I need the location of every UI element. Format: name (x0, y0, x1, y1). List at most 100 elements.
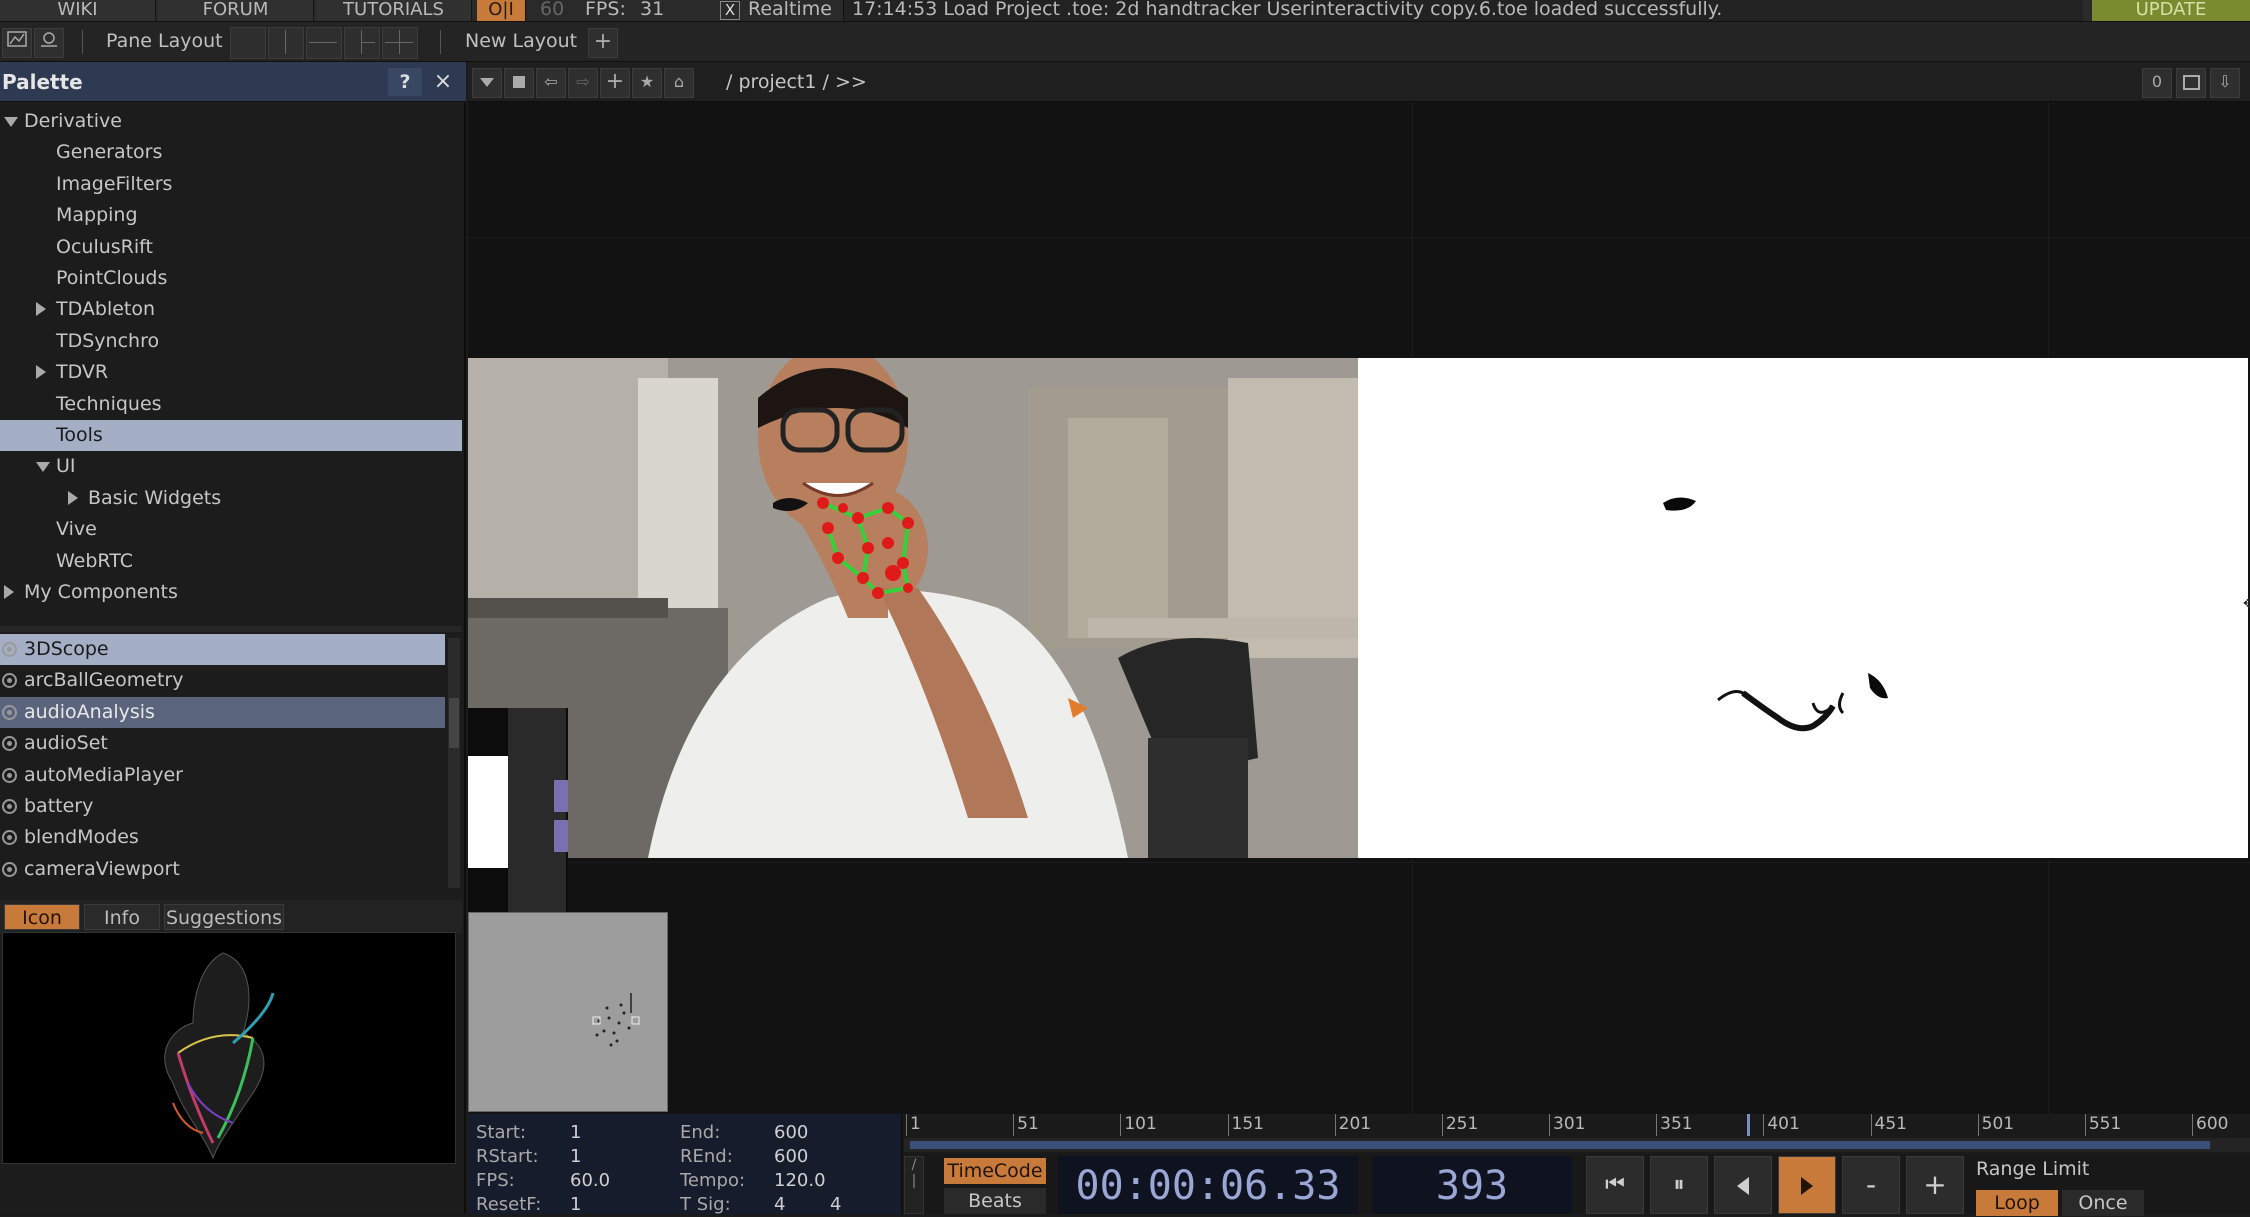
palette-title: Palette (2, 70, 83, 94)
layout-four-button[interactable] (382, 27, 418, 59)
palette-tree-item[interactable]: TDVR (0, 357, 462, 388)
component-list-item[interactable]: cameraViewport (0, 854, 445, 885)
rewind-to-start-button[interactable]: ⏮ (1586, 1156, 1644, 1214)
layout-single-button[interactable] (230, 27, 266, 59)
component-list-item[interactable]: arcBallGeometry (0, 665, 445, 696)
component-label: audioSet (24, 732, 108, 755)
resize-handle-icon[interactable]: ✥ (2243, 596, 2250, 612)
node-tile-points[interactable] (468, 912, 668, 1112)
rstart-value[interactable]: 1 (570, 1146, 581, 1167)
rend-value[interactable]: 600 (774, 1146, 808, 1167)
palette-tree-item[interactable]: Derivative (0, 106, 462, 137)
palette-tree-item[interactable]: Basic Widgets (0, 483, 462, 514)
loop-button[interactable]: Loop (1976, 1190, 2058, 1216)
home-icon[interactable]: ⌂ (664, 68, 694, 98)
network-path[interactable]: / project1 / >> (726, 71, 867, 93)
palette-tree-item[interactable]: Generators (0, 137, 462, 168)
chevron-right-icon[interactable] (4, 585, 14, 599)
palette-tree-label: TDVR (56, 361, 109, 384)
maximize-icon[interactable] (2176, 68, 2206, 98)
wiki-button[interactable]: WIKI (0, 0, 156, 21)
new-layout-label: New Layout (465, 30, 578, 52)
playhead[interactable] (1747, 1114, 1751, 1136)
network-icon[interactable] (34, 28, 64, 58)
tempo-value[interactable]: 120.0 (774, 1170, 826, 1191)
layout-split-horizontal-button[interactable] (306, 27, 342, 59)
camera-feed-viewer[interactable] (468, 358, 1358, 858)
tab-info[interactable]: Info (84, 904, 160, 930)
chevron-right-icon[interactable] (68, 490, 78, 505)
timecode-display[interactable]: 00:00:06.33 (1058, 1156, 1358, 1214)
help-button[interactable]: ? (388, 68, 422, 96)
network-editor[interactable]: ⇦ ⇨ + ★ ⌂ / project1 / >> 0 ⇩ ✥ (468, 62, 2250, 1114)
palette-tree-item[interactable]: UI (0, 451, 462, 482)
network-toolbar: ⇦ ⇨ + ★ ⌂ / project1 / >> 0 ⇩ (468, 62, 2250, 102)
layout-split-vertical-button[interactable] (268, 27, 304, 59)
palette-tree-item[interactable]: PointClouds (0, 263, 462, 294)
tsig-value-a[interactable]: 4 (774, 1194, 785, 1215)
timecode-button[interactable]: TimeCode (944, 1158, 1046, 1184)
palette-tree-item[interactable]: Tools (0, 420, 462, 451)
tempo-label: Tempo: (680, 1170, 746, 1191)
gear-icon (2, 736, 17, 752)
component-list-item[interactable]: audioAnalysis (0, 696, 445, 728)
end-value[interactable]: 600 (774, 1122, 808, 1143)
palette-tree-item[interactable]: Techniques (0, 389, 462, 420)
resetf-value[interactable]: 1 (570, 1194, 581, 1215)
component-list-item[interactable]: blendModes (0, 822, 445, 853)
add-icon[interactable]: + (600, 68, 630, 98)
update-button[interactable]: UPDATE (2092, 0, 2250, 21)
palette-tree-item[interactable]: WebRTC (0, 546, 462, 577)
ruler-tick-label: 600 (2196, 1114, 2229, 1134)
frame-display[interactable]: 393 (1372, 1156, 1572, 1214)
layout-three-button[interactable] (344, 27, 380, 59)
chevron-down-icon[interactable] (4, 117, 18, 127)
download-arrow-icon[interactable]: ⇩ (2210, 68, 2240, 98)
beats-button[interactable]: Beats (944, 1188, 1046, 1214)
pane-icon[interactable] (2, 28, 32, 58)
chevron-down-icon[interactable] (36, 462, 50, 473)
palette-tree-item[interactable]: ImageFilters (0, 169, 462, 200)
component-list-item[interactable]: audioSet (0, 728, 445, 759)
start-value[interactable]: 1 (570, 1122, 581, 1143)
component-scrollbar[interactable] (448, 638, 460, 888)
step-back-button[interactable] (1714, 1156, 1772, 1214)
once-button[interactable]: Once (2062, 1190, 2144, 1216)
oi-badge[interactable]: O|I (477, 0, 526, 21)
forward-arrow-icon[interactable]: ⇨ (568, 68, 598, 98)
chevron-right-icon[interactable] (36, 365, 46, 380)
tab-suggestions[interactable]: Suggestions (164, 904, 284, 930)
close-palette-button[interactable]: × (426, 68, 460, 96)
palette-tree-label: Generators (56, 141, 163, 164)
drawing-canvas-viewer[interactable] (1358, 358, 2248, 858)
fps-value[interactable]: 60.0 (570, 1170, 610, 1191)
chevron-down-icon[interactable] (472, 68, 502, 98)
component-list-item[interactable]: battery (0, 791, 445, 822)
component-list-item[interactable]: autoMediaPlayer (0, 760, 445, 791)
star-icon[interactable]: ★ (632, 68, 662, 98)
play-button[interactable] (1778, 1156, 1836, 1214)
tsig-value-b[interactable]: 4 (830, 1194, 841, 1215)
forum-button[interactable]: FORUM (158, 0, 314, 21)
pause-button[interactable]: ⏸ (1650, 1156, 1708, 1214)
timeline-range-bar[interactable] (910, 1141, 2210, 1149)
minus-button[interactable]: - (1842, 1156, 1900, 1214)
palette-tree-item[interactable]: Mapping (0, 200, 462, 231)
palette-tree-item[interactable]: Vive (0, 514, 462, 545)
tab-icon[interactable]: Icon (4, 904, 80, 930)
palette-tree-item[interactable]: TDSynchro (0, 326, 462, 357)
back-arrow-icon[interactable]: ⇦ (536, 68, 566, 98)
add-layout-button[interactable]: + (588, 28, 618, 58)
timeline-ruler[interactable]: 1 51 101 151 201 251 301 351 401 451 501 551 600 (904, 1114, 2250, 1154)
realtime-checkbox[interactable]: X (720, 1, 740, 20)
palette-tree-item[interactable]: OculusRift (0, 232, 462, 263)
tutorials-button[interactable]: TUTORIALS (316, 0, 472, 21)
palette-tree-item[interactable]: My Components (0, 577, 462, 608)
component-list-item[interactable]: 3DScope (0, 634, 445, 665)
plus-button[interactable]: + (1906, 1156, 1964, 1214)
chevron-right-icon[interactable] (36, 302, 46, 317)
palette-tree-item[interactable]: TDAbleton (0, 294, 462, 325)
ruler-tick-label: 451 (1874, 1114, 1907, 1134)
stop-icon[interactable] (504, 68, 534, 98)
ruler-tick (1120, 1114, 1122, 1136)
